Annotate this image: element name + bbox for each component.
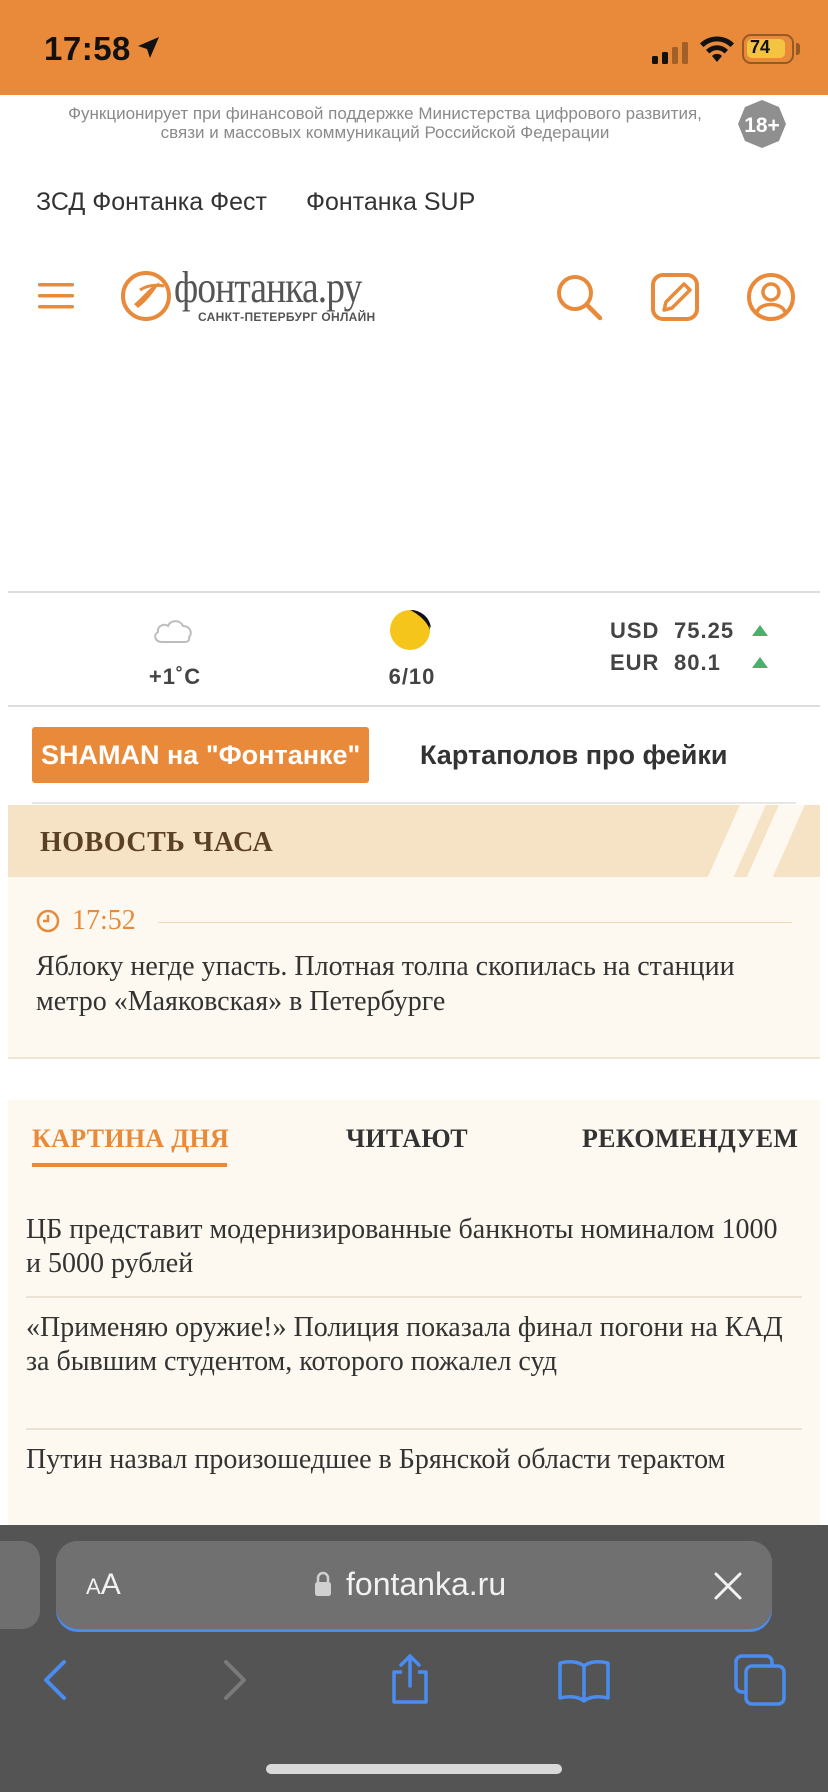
user-profile-icon[interactable]	[746, 272, 796, 322]
logo-wordmark: фонтанка.ру	[174, 263, 362, 312]
trend-up-icon	[752, 625, 768, 636]
temperature[interactable]: +1˚C	[120, 664, 230, 690]
logo-mark-icon	[121, 271, 171, 321]
news-of-hour-divider	[8, 1057, 820, 1059]
search-icon[interactable]	[554, 272, 604, 322]
battery-icon: 74	[742, 34, 794, 64]
currency-name: EUR	[610, 650, 660, 675]
forward-icon[interactable]	[206, 1652, 262, 1708]
tab-reading[interactable]: ЧИТАЮТ	[346, 1124, 468, 1154]
list-item[interactable]: «Применяю оружие!» Полиция показала фина…	[26, 1311, 786, 1379]
reader-settings-button[interactable]: AA	[86, 1568, 121, 1602]
bookmarks-icon[interactable]	[556, 1652, 612, 1708]
top-link-zsd[interactable]: ЗСД Фонтанка Фест	[36, 188, 267, 216]
cellular-signal-icon	[652, 42, 688, 64]
divider-bottom	[8, 705, 820, 707]
sponsor-notice: Функционирует при финансовой поддержке М…	[68, 104, 702, 142]
back-icon[interactable]	[30, 1652, 86, 1708]
currency-eur[interactable]: EUR 80.1	[610, 650, 744, 676]
url-text[interactable]: fontanka.ru	[346, 1566, 506, 1603]
divider-top	[8, 591, 820, 593]
news-of-hour-header: НОВОСТЬ ЧАСА	[8, 805, 820, 877]
lock-icon	[315, 1571, 331, 1596]
currency-value: 75.25	[674, 618, 735, 643]
list-item[interactable]: Путин назвал произошедшее в Брянской обл…	[26, 1443, 786, 1477]
tag-kartapolov[interactable]: Картаполов про фейки	[420, 740, 728, 771]
tab-recommended[interactable]: РЕКОМЕНДУЕМ	[582, 1124, 798, 1154]
battery-level: 74	[750, 37, 771, 57]
hamburger-menu-icon[interactable]	[36, 280, 76, 312]
top-link-sup[interactable]: Фонтанка SUP	[306, 188, 475, 216]
status-time: 17:58	[44, 30, 131, 67]
home-indicator[interactable]	[266, 1764, 562, 1774]
list-divider	[26, 1296, 802, 1298]
location-arrow-icon	[138, 37, 159, 58]
previous-tab-preview[interactable]	[0, 1541, 40, 1629]
tabs-overview-icon[interactable]	[732, 1652, 788, 1708]
site-logo[interactable]: фонтанка.ру САНКТ-ПЕТЕРБУРГ ОНЛАЙН	[120, 263, 380, 326]
cloud-icon	[154, 620, 192, 643]
tags-divider	[32, 802, 796, 804]
tab-picture-of-day[interactable]: КАРТИНА ДНЯ	[32, 1124, 229, 1154]
time-rule	[158, 922, 792, 923]
svg-text:18+: 18+	[744, 114, 780, 137]
wifi-icon	[700, 36, 734, 62]
currency-usd[interactable]: USD 75.25	[610, 618, 744, 644]
tag-shaman[interactable]: SHAMAN на "Фонтанке"	[32, 727, 370, 783]
share-icon[interactable]	[382, 1652, 438, 1708]
traffic-level-icon	[390, 610, 431, 650]
write-note-icon[interactable]	[650, 272, 700, 322]
currency-value: 80.1	[674, 650, 721, 675]
logo-tagline: САНКТ-ПЕТЕРБУРГ ОНЛАЙН	[198, 310, 376, 324]
close-icon[interactable]	[712, 1570, 744, 1602]
currency-name: USD	[610, 618, 660, 643]
active-tab-indicator	[32, 1163, 227, 1167]
list-item[interactable]: ЦБ представит модернизированные банкноты…	[26, 1213, 786, 1281]
news-of-hour-time: 17:52	[72, 905, 136, 936]
news-of-hour-headline[interactable]: Яблоку негде упасть. Плотная толпа скопи…	[36, 949, 776, 1019]
age-rating-badge: 18+	[738, 100, 786, 148]
top-links: ЗСД Фонтанка Фест Фонтанка SUP	[36, 188, 507, 217]
news-of-hour-title: НОВОСТЬ ЧАСА	[40, 827, 274, 858]
news-of-hour[interactable]: НОВОСТЬ ЧАСА 17:52 Яблоку негде упасть. …	[8, 805, 820, 1057]
clock-icon	[36, 909, 60, 933]
trend-up-icon	[752, 657, 768, 668]
traffic-score[interactable]: 6/10	[362, 664, 462, 690]
list-divider	[26, 1428, 802, 1430]
